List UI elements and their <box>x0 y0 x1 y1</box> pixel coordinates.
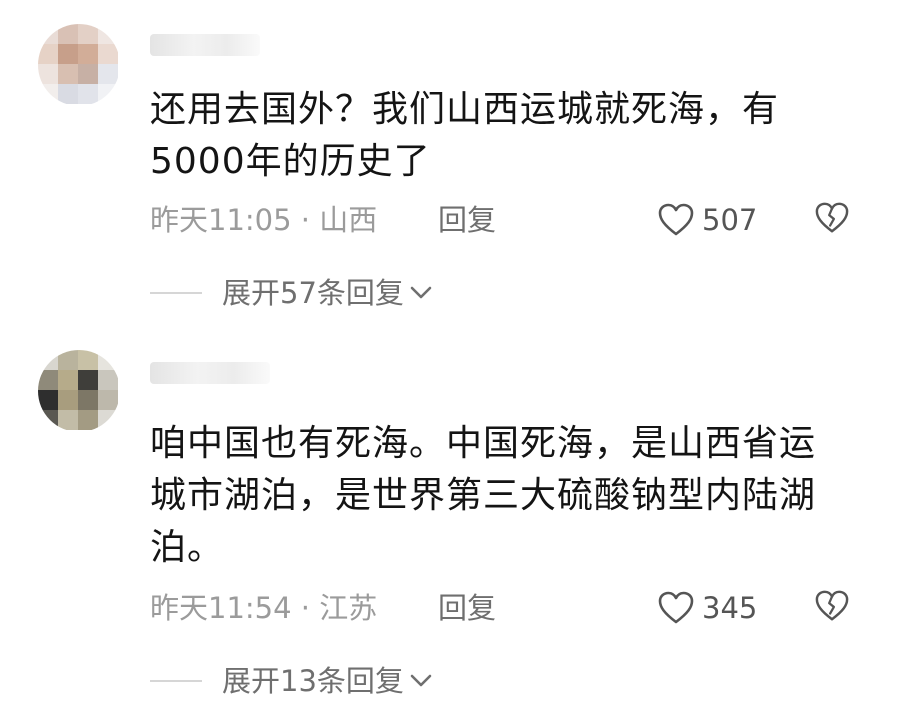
avatar[interactable] <box>38 350 120 432</box>
username-blurred[interactable] <box>150 362 270 384</box>
comment-item: 咱中国也有死海。中国死海，是山西省运城市湖泊，是世界第三大硫酸钠型内陆湖泊。 昨… <box>0 330 900 701</box>
divider-line <box>150 292 202 294</box>
broken-heart-icon <box>815 590 849 621</box>
expand-replies-button[interactable]: 展开13条回复 <box>150 661 432 701</box>
expand-replies-label: 展开57条回复 <box>222 276 404 310</box>
reply-button[interactable]: 回复 <box>438 588 496 628</box>
timestamp-location: 昨天11:54 · 江苏 <box>150 591 378 625</box>
like-button[interactable]: 507 <box>658 200 757 240</box>
reply-button[interactable]: 回复 <box>438 200 496 240</box>
chevron-down-icon <box>410 286 432 299</box>
comment-item: 还用去国外？我们山西运城就死海，有5000年的历史了 昨天11:05 · 山西 … <box>0 0 900 330</box>
broken-heart-icon <box>815 202 849 233</box>
comment-meta: 昨天11:05 · 山西 回复 507 <box>150 200 860 240</box>
comment-text: 咱中国也有死海。中国死海，是山西省运城市湖泊，是世界第三大硫酸钠型内陆湖泊。 <box>150 423 817 568</box>
divider-line <box>150 680 202 682</box>
username-blurred[interactable] <box>150 34 260 56</box>
chevron-down-icon <box>410 674 432 687</box>
comment-meta: 昨天11:54 · 江苏 回复 345 <box>150 588 860 628</box>
dislike-button[interactable] <box>815 201 849 242</box>
timestamp-location: 昨天11:05 · 山西 <box>150 203 378 237</box>
expand-replies-label: 展开13条回复 <box>222 664 404 698</box>
like-button[interactable]: 345 <box>658 588 757 628</box>
heart-outline-icon <box>658 591 694 624</box>
heart-outline-icon <box>658 203 694 236</box>
comment-text: 还用去国外？我们山西运城就死海，有5000年的历史了 <box>150 89 780 182</box>
expand-replies-button[interactable]: 展开57条回复 <box>150 273 432 313</box>
dislike-button[interactable] <box>815 589 849 630</box>
like-count: 345 <box>702 591 758 625</box>
avatar[interactable] <box>38 24 120 106</box>
like-count: 507 <box>702 203 758 237</box>
